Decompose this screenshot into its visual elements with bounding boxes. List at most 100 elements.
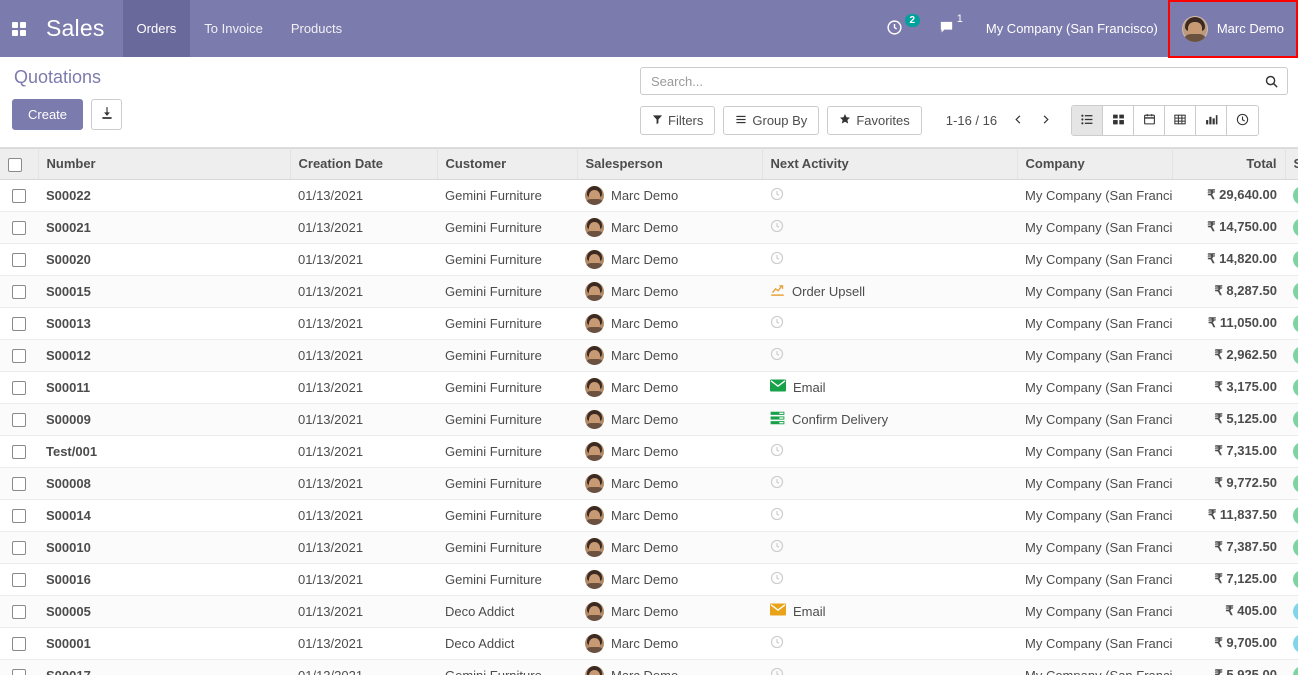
- cell-next-activity[interactable]: [762, 211, 1017, 244]
- row-select-cell[interactable]: [0, 211, 38, 244]
- row-select-cell[interactable]: [0, 371, 38, 404]
- table-row[interactable]: Test/001 01/13/2021 Gemini Furniture Marc D…: [0, 435, 1298, 468]
- row-checkbox[interactable]: [12, 380, 26, 395]
- search-bar[interactable]: [640, 67, 1288, 95]
- table-row[interactable]: S00009 01/13/2021 Gemini Furniture Marc Dem…: [0, 403, 1298, 436]
- view-switcher-pivot[interactable]: [1165, 106, 1197, 135]
- column-header-total[interactable]: Total: [1172, 148, 1286, 180]
- row-select-cell[interactable]: [0, 595, 38, 628]
- row-checkbox[interactable]: [12, 508, 26, 523]
- table-row[interactable]: S00001 01/13/2021 Deco Addict Marc Demo My C…: [0, 627, 1298, 660]
- cell-salesperson: Marc Demo: [577, 627, 762, 660]
- table-row[interactable]: S00016 01/13/2021 Gemini Furniture Marc Dem…: [0, 563, 1298, 596]
- cell-next-activity[interactable]: [762, 243, 1017, 276]
- row-checkbox[interactable]: [12, 604, 26, 619]
- column-header-customer[interactable]: Customer: [437, 148, 578, 180]
- messages-menu-button[interactable]: 1: [929, 0, 972, 57]
- table-row[interactable]: S0001701/13/2021Gemini Furniture Marc Dem…: [0, 659, 1298, 675]
- table-row[interactable]: S00021 01/13/2021 Gemini Furniture Marc Dem…: [0, 211, 1298, 244]
- row-checkbox[interactable]: [12, 636, 26, 651]
- activities-menu-button[interactable]: 2: [877, 0, 929, 57]
- row-checkbox[interactable]: [12, 444, 26, 459]
- view-switcher-calendar[interactable]: [1134, 106, 1166, 135]
- row-checkbox[interactable]: [12, 188, 26, 203]
- nav-item-orders[interactable]: Orders: [122, 0, 191, 57]
- cell-next-activity[interactable]: Order Upsell: [762, 275, 1017, 308]
- row-checkbox[interactable]: [12, 476, 26, 491]
- column-header-next-activity[interactable]: Next Activity: [762, 148, 1018, 180]
- row-select-cell[interactable]: [0, 339, 38, 372]
- favorites-button[interactable]: Favorites: [827, 106, 922, 135]
- column-header-number[interactable]: Number: [38, 148, 291, 180]
- cell-next-activity[interactable]: [762, 435, 1017, 468]
- company-switcher[interactable]: My Company (San Francisco): [972, 0, 1172, 57]
- row-checkbox[interactable]: [12, 668, 26, 675]
- pager-next-button[interactable]: [1032, 113, 1059, 129]
- row-checkbox[interactable]: [12, 540, 26, 555]
- row-select-cell[interactable]: [0, 179, 38, 212]
- row-select-cell[interactable]: [0, 499, 38, 532]
- cell-company: My Company (San Francisco): [1017, 531, 1172, 564]
- row-checkbox[interactable]: [12, 284, 26, 299]
- row-select-cell[interactable]: [0, 403, 38, 436]
- cell-next-activity[interactable]: [762, 307, 1017, 340]
- user-menu[interactable]: Marc Demo: [1172, 0, 1298, 57]
- row-select-cell[interactable]: [0, 243, 38, 276]
- view-switcher-list[interactable]: [1072, 106, 1104, 135]
- table-row[interactable]: S00011 01/13/2021 Gemini Furniture Marc Dem…: [0, 371, 1298, 404]
- search-input[interactable]: [649, 72, 1264, 90]
- table-row[interactable]: S00010 01/13/2021 Gemini Furniture Marc Dem…: [0, 531, 1298, 564]
- row-select-cell[interactable]: [0, 467, 38, 500]
- row-checkbox[interactable]: [12, 220, 26, 235]
- cell-next-activity[interactable]: [762, 563, 1017, 596]
- column-header-company[interactable]: Company: [1017, 148, 1173, 180]
- search-icon[interactable]: [1264, 74, 1279, 89]
- row-checkbox[interactable]: [12, 412, 26, 427]
- cell-next-activity[interactable]: [762, 627, 1017, 660]
- row-checkbox[interactable]: [12, 316, 26, 331]
- row-select-cell[interactable]: [0, 659, 38, 675]
- column-header-creation-date[interactable]: Creation Date: [290, 148, 438, 180]
- apps-menu-button[interactable]: [0, 0, 38, 57]
- nav-item-to-invoice[interactable]: To Invoice: [190, 0, 277, 57]
- row-checkbox[interactable]: [12, 252, 26, 267]
- cell-next-activity[interactable]: Email: [762, 595, 1017, 628]
- nav-item-products[interactable]: Products: [277, 0, 356, 57]
- table-row[interactable]: S00015 01/13/2021 Gemini Furniture Marc Dem…: [0, 275, 1298, 308]
- cell-next-activity[interactable]: [762, 339, 1017, 372]
- cell-next-activity[interactable]: [762, 467, 1017, 500]
- cell-next-activity[interactable]: [762, 499, 1017, 532]
- row-select-cell[interactable]: [0, 307, 38, 340]
- export-button[interactable]: [91, 99, 123, 130]
- row-select-cell[interactable]: [0, 563, 38, 596]
- view-switcher-activity[interactable]: [1227, 106, 1259, 135]
- table-row[interactable]: S00022 01/13/2021 Gemini Furniture Marc Dem…: [0, 179, 1298, 212]
- cell-next-activity[interactable]: Email: [762, 371, 1017, 404]
- table-row[interactable]: S00005 01/13/2021 Deco Addict Marc Demo Emai…: [0, 595, 1298, 628]
- row-select-cell[interactable]: [0, 275, 38, 308]
- pager-previous-button[interactable]: [1005, 113, 1032, 129]
- row-checkbox[interactable]: [12, 348, 26, 363]
- table-row[interactable]: S00014 01/13/2021 Gemini Furniture Marc Dem…: [0, 499, 1298, 532]
- cell-next-activity[interactable]: Confirm Delivery: [762, 403, 1017, 436]
- column-header-salesperson[interactable]: Salesperson: [577, 148, 763, 180]
- create-button[interactable]: Create: [12, 99, 84, 130]
- view-switcher-graph[interactable]: [1196, 106, 1228, 135]
- table-row[interactable]: S00020 01/13/2021 Gemini Furniture Marc Dem…: [0, 243, 1298, 276]
- cell-next-activity[interactable]: [762, 179, 1017, 212]
- view-switcher-kanban[interactable]: [1103, 106, 1135, 135]
- filters-button[interactable]: Filters: [640, 106, 716, 135]
- cell-next-activity[interactable]: [762, 659, 1017, 675]
- row-select-cell[interactable]: [0, 435, 38, 468]
- group-by-button[interactable]: Group By: [723, 106, 820, 135]
- select-all-checkbox[interactable]: [8, 157, 22, 172]
- cell-status: Sales Order: [1285, 531, 1298, 564]
- table-row[interactable]: S00013 01/13/2021 Gemini Furniture Marc Dem…: [0, 307, 1298, 340]
- table-row[interactable]: S00012 01/13/2021 Gemini Furniture Marc Dem…: [0, 339, 1298, 372]
- cell-next-activity[interactable]: [762, 531, 1017, 564]
- row-select-cell[interactable]: [0, 531, 38, 564]
- row-checkbox[interactable]: [12, 572, 26, 587]
- column-header-status[interactable]: Status: [1285, 148, 1298, 180]
- row-select-cell[interactable]: [0, 627, 38, 660]
- table-row[interactable]: S00008 01/13/2021 Gemini Furniture Marc Dem…: [0, 467, 1298, 500]
